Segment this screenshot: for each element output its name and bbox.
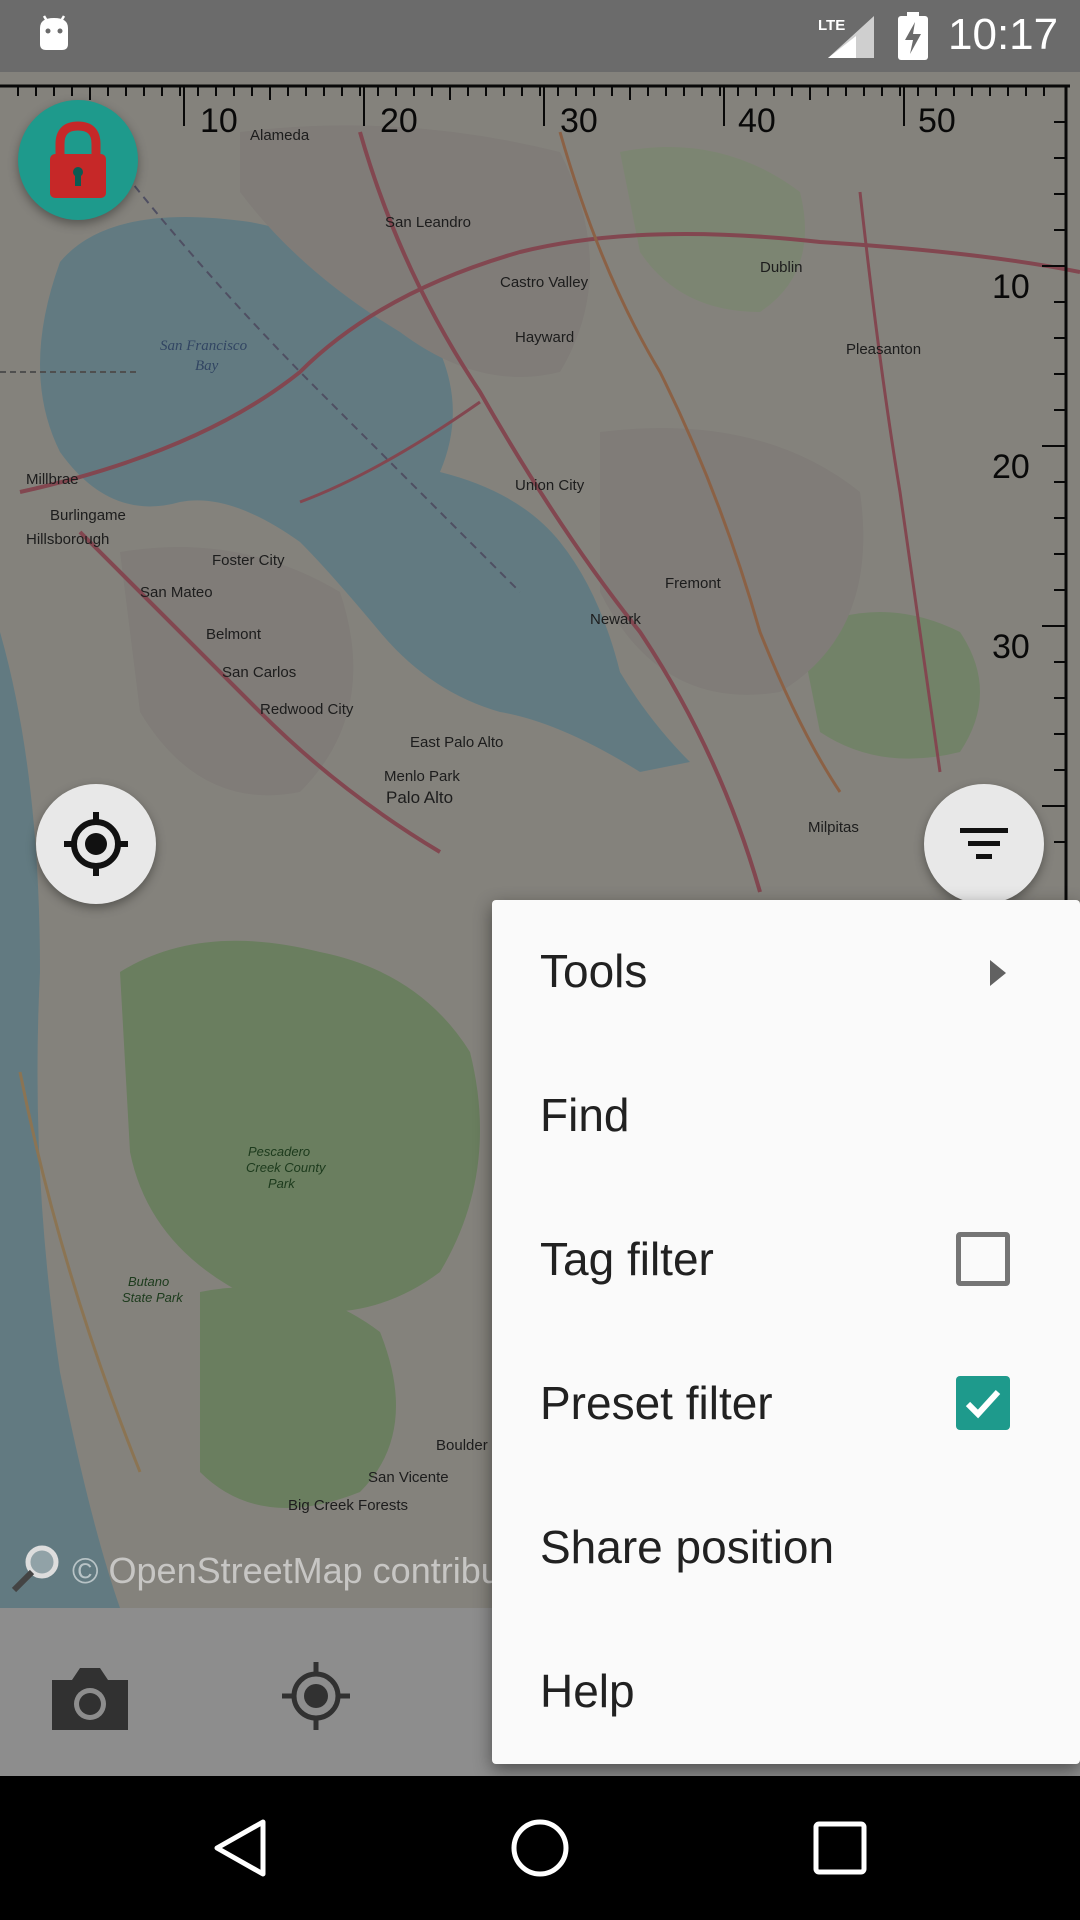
android-icon <box>40 15 68 50</box>
menu-item-label: Preset filter <box>540 1377 773 1429</box>
gps-fixed-icon <box>64 812 128 876</box>
filter-icon <box>960 828 1008 859</box>
svg-text:LTE: LTE <box>818 17 845 34</box>
zoom-icon[interactable] <box>6 1538 66 1598</box>
home-icon[interactable] <box>504 1812 576 1884</box>
map-attribution[interactable]: © OpenStreetMap contributors <box>72 1550 561 1592</box>
menu-item-share-position[interactable]: Share position <box>492 1476 1080 1620</box>
overflow-menu: Tools Find Tag filter Preset filter Shar… <box>492 900 1080 1764</box>
back-icon[interactable] <box>205 1812 277 1884</box>
menu-item-label: Tools <box>540 945 648 997</box>
navigation-bar <box>0 1776 1080 1920</box>
tag-filter-checkbox[interactable] <box>956 1232 1010 1286</box>
menu-item-label: Tag filter <box>540 1233 714 1285</box>
lock-button[interactable] <box>18 100 138 220</box>
recents-icon[interactable] <box>804 1812 876 1884</box>
menu-item-tools[interactable]: Tools <box>492 900 1080 1044</box>
battery-charging-icon <box>898 12 928 60</box>
preset-filter-checkbox[interactable] <box>956 1376 1010 1430</box>
lte-signal-icon: LTE <box>818 16 874 58</box>
menu-item-find[interactable]: Find <box>492 1044 1080 1188</box>
menu-item-preset-filter[interactable]: Preset filter <box>492 1332 1080 1476</box>
gps-follow-button[interactable] <box>36 784 156 904</box>
menu-item-help[interactable]: Help <box>492 1620 1080 1764</box>
submenu-arrow-icon <box>990 960 1006 986</box>
checkmark-icon <box>965 1389 1001 1419</box>
status-bar: LTE 10:17 <box>0 0 1080 72</box>
menu-item-label: Find <box>540 1089 630 1141</box>
clock: 10:17 <box>948 10 1059 59</box>
filter-button[interactable] <box>924 784 1044 904</box>
lock-icon <box>50 121 106 198</box>
menu-item-label: Help <box>540 1665 635 1717</box>
menu-item-label: Share position <box>540 1521 835 1573</box>
menu-item-tag-filter[interactable]: Tag filter <box>492 1188 1080 1332</box>
